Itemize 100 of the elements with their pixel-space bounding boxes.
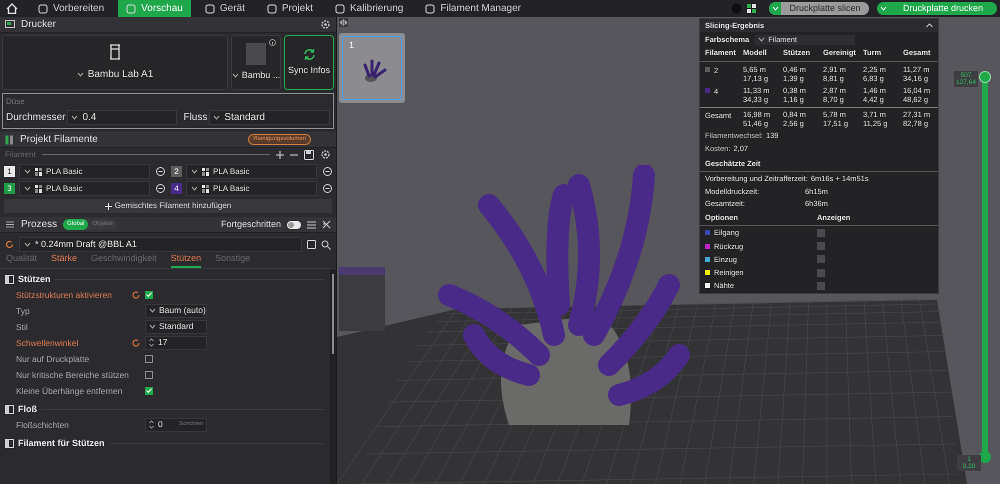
plate-card[interactable]: Bambu ... [231, 35, 281, 90]
plate-number: 1 [349, 39, 354, 52]
caret-icon [24, 242, 31, 247]
top-tab[interactable]: Gerät [196, 0, 253, 17]
section-icon [5, 275, 14, 284]
caret-icon [232, 73, 239, 78]
save-icon[interactable] [307, 240, 316, 249]
settings-tab[interactable]: Stärke [51, 252, 78, 268]
field-label: Fluss [183, 111, 208, 125]
section-heading: Floß [18, 402, 37, 416]
scrollbar-thumb[interactable] [332, 274, 334, 354]
reset-icon[interactable] [132, 338, 140, 346]
setting-label: Typ [16, 306, 31, 316]
save-icon[interactable] [304, 150, 314, 160]
preset-select[interactable]: * 0.24mm Draft @BBL A1 [19, 237, 302, 252]
caret-icon [71, 115, 78, 120]
tab-icon [126, 4, 136, 14]
advanced-toggle[interactable] [287, 220, 301, 228]
material-dropdown[interactable]: PLA Basic [186, 181, 317, 196]
flow-select[interactable]: Standard [209, 110, 330, 125]
material-dropdown[interactable]: PLA Basic [19, 181, 150, 196]
info-icon[interactable] [269, 39, 276, 46]
slider-thumb[interactable] [979, 71, 991, 83]
plus-icon[interactable] [276, 150, 284, 158]
material-dropdown[interactable]: PLA Basic [186, 164, 317, 179]
stepper-icon[interactable] [149, 338, 154, 347]
checkbox[interactable] [817, 228, 825, 237]
list-icon[interactable] [307, 220, 316, 228]
sync-icon [302, 48, 316, 61]
setting-label: Floßschichten [16, 420, 70, 430]
slice-button[interactable]: Druckplatte slicen [769, 2, 869, 15]
filament-icon [5, 134, 14, 144]
stepper-icon[interactable] [149, 420, 154, 429]
tab-icon [335, 4, 345, 14]
settings-icon[interactable] [320, 149, 331, 160]
home-icon[interactable] [6, 3, 18, 14]
caret-icon [149, 324, 156, 329]
dropdown[interactable]: Baum (auto) [145, 304, 207, 318]
remove-icon[interactable] [323, 167, 332, 176]
plate-name: Bambu ... [242, 68, 280, 82]
grid-icon[interactable] [747, 4, 757, 14]
checkbox[interactable] [817, 255, 825, 264]
caret-icon [24, 169, 31, 174]
printer-card[interactable]: Bambu Lab A1 [2, 35, 228, 90]
setting-label: Stützstrukturen aktivieren [16, 290, 113, 300]
checkbox[interactable] [817, 282, 825, 290]
section-heading: Filament für Stützen [18, 436, 105, 450]
setting-label: Nur kritische Bereiche stützen [16, 370, 130, 380]
checkbox[interactable] [145, 370, 153, 378]
reset-icon[interactable] [132, 290, 140, 298]
caret-icon [76, 72, 84, 77]
tab-icon [38, 4, 48, 14]
advanced-label: Fortgeschritten [220, 218, 281, 231]
search-icon[interactable] [321, 240, 331, 250]
section-title: Prozess [21, 218, 58, 232]
reset-icon[interactable] [5, 240, 14, 249]
number-field[interactable]: 17 [145, 336, 207, 350]
setting-label: Stil [16, 322, 29, 332]
sync-button[interactable]: Sync Infos [284, 35, 334, 90]
filament-number[interactable]: 3 [4, 183, 15, 194]
caret-icon [213, 115, 220, 120]
caret-icon [191, 186, 198, 191]
plate-image [246, 42, 266, 65]
top-tab[interactable]: Vorbereiten [30, 0, 112, 17]
caret-icon [149, 308, 156, 313]
top-tab[interactable]: Filament Manager [417, 0, 529, 17]
remove-icon[interactable] [156, 184, 165, 193]
caret-icon [880, 6, 886, 11]
top-tab[interactable]: Projekt [258, 0, 321, 17]
dropdown[interactable]: Standard [145, 320, 207, 334]
settings-icon[interactable] [320, 19, 331, 30]
diameter-select[interactable]: 0.4 [67, 110, 178, 125]
caret-icon [772, 6, 778, 11]
caret-icon [24, 186, 31, 191]
remove-icon[interactable] [323, 184, 332, 193]
caret-icon [758, 37, 766, 42]
monitor-icon [5, 20, 15, 29]
list-header-label: Filament [5, 148, 36, 160]
caret-icon [191, 169, 198, 174]
settings-tab[interactable]: Stützen [170, 252, 202, 268]
material-dropdown[interactable]: PLA Basic [19, 164, 150, 179]
section-title: Drucker [21, 18, 56, 32]
setting-label: Schwellenwinkel [16, 338, 80, 348]
checkbox[interactable] [145, 354, 153, 362]
model-thumbnail-drawing [361, 59, 387, 83]
checkbox[interactable] [817, 242, 825, 250]
section-heading: Stützen [18, 272, 50, 286]
filament-number[interactable]: 4 [171, 183, 182, 194]
add-filament-button[interactable]: Gemischtes Filament hinzufügen [4, 199, 332, 213]
filament-number[interactable]: 1 [4, 166, 15, 177]
filament-number[interactable]: 2 [171, 166, 182, 177]
collapse-icon[interactable] [339, 18, 348, 27]
checkbox[interactable] [817, 268, 825, 277]
remove-icon[interactable] [156, 167, 165, 176]
field-label: Durchmesser [6, 111, 66, 125]
section-icon [5, 405, 14, 414]
top-tab[interactable]: Kalibrierung [327, 0, 412, 17]
section-icon [5, 439, 14, 448]
collapse-icon[interactable] [926, 23, 933, 28]
printer-icon [108, 43, 122, 61]
